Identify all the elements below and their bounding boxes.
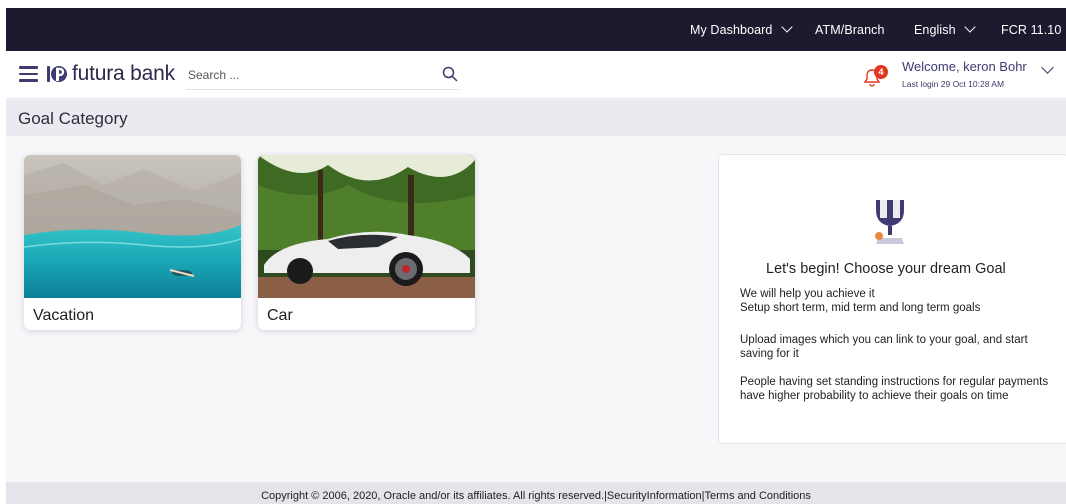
futura-logo-icon [47, 66, 67, 82]
goal-card-vacation[interactable]: Vacation [24, 155, 241, 330]
search-box [186, 60, 459, 90]
hamburger-menu-icon[interactable] [19, 66, 38, 82]
page-title: Goal Category [18, 109, 128, 128]
version-menu[interactable]: FCR 11.10 [1001, 8, 1066, 51]
vacation-photo [24, 155, 241, 298]
page-title-bar: Goal Category [6, 100, 1066, 136]
chevron-down-icon [964, 21, 976, 33]
footer: Copyright © 2006, 2020, Oracle and/or it… [6, 482, 1066, 504]
my-dashboard-menu[interactable]: My Dashboard [690, 8, 793, 51]
footer-text: Copyright © 2006, 2020, Oracle and/or it… [6, 490, 1066, 502]
info-paragraph-1: We will help you achieve it Setup short … [740, 287, 1060, 315]
search-input[interactable] [186, 64, 426, 86]
info-title: Let's begin! Choose your dream Goal [766, 261, 1006, 277]
top-nav-bar: My Dashboard ATM/Branch English FCR 11.1… [6, 8, 1066, 51]
header: futura bank 4 Welcome, keron Bohr Last l… [6, 51, 1066, 99]
goal-card-car[interactable]: Car [258, 155, 475, 330]
brand-logo[interactable]: futura bank [46, 61, 175, 87]
last-login-text: Last login 29 Oct 10:28 AM [902, 79, 1005, 89]
goal-label: Car [267, 307, 293, 324]
info-line: Setup short term, mid term and long term… [740, 302, 981, 314]
trophy-icon [875, 200, 904, 244]
goal-info-panel: Let's begin! Choose your dream Goal We w… [718, 154, 1066, 444]
chevron-down-icon [780, 21, 793, 33]
notification-badge: 4 [874, 65, 888, 79]
app-frame: My Dashboard ATM/Branch English FCR 11.1… [6, 8, 1066, 504]
language-label: English [914, 22, 956, 37]
my-dashboard-label: My Dashboard [690, 22, 773, 37]
info-paragraph-3: People having set standing instructions … [740, 376, 1049, 402]
goal-label: Vacation [33, 307, 95, 324]
info-paragraph-2: Upload images which you can link to your… [740, 334, 1028, 360]
security-information-link[interactable]: SecurityInformation [607, 490, 702, 502]
copyright-text: Copyright © 2006, 2020, Oracle and/or it… [261, 490, 605, 502]
terms-and-conditions-link[interactable]: Terms and Conditions [705, 490, 811, 502]
brand-name: futura bank [72, 62, 175, 85]
car-photo [258, 155, 475, 298]
search-icon[interactable] [442, 66, 458, 82]
chevron-down-icon[interactable] [1041, 61, 1054, 74]
atm-branch-link[interactable]: ATM/Branch [815, 8, 885, 51]
welcome-text[interactable]: Welcome, keron Bohr [902, 59, 1027, 74]
version-label: FCR 11.10 [1001, 22, 1062, 37]
language-menu[interactable]: English [914, 8, 976, 51]
atm-branch-label: ATM/Branch [815, 22, 885, 37]
info-line: We will help you achieve it [740, 288, 875, 300]
notifications-button[interactable]: 4 [863, 65, 889, 87]
